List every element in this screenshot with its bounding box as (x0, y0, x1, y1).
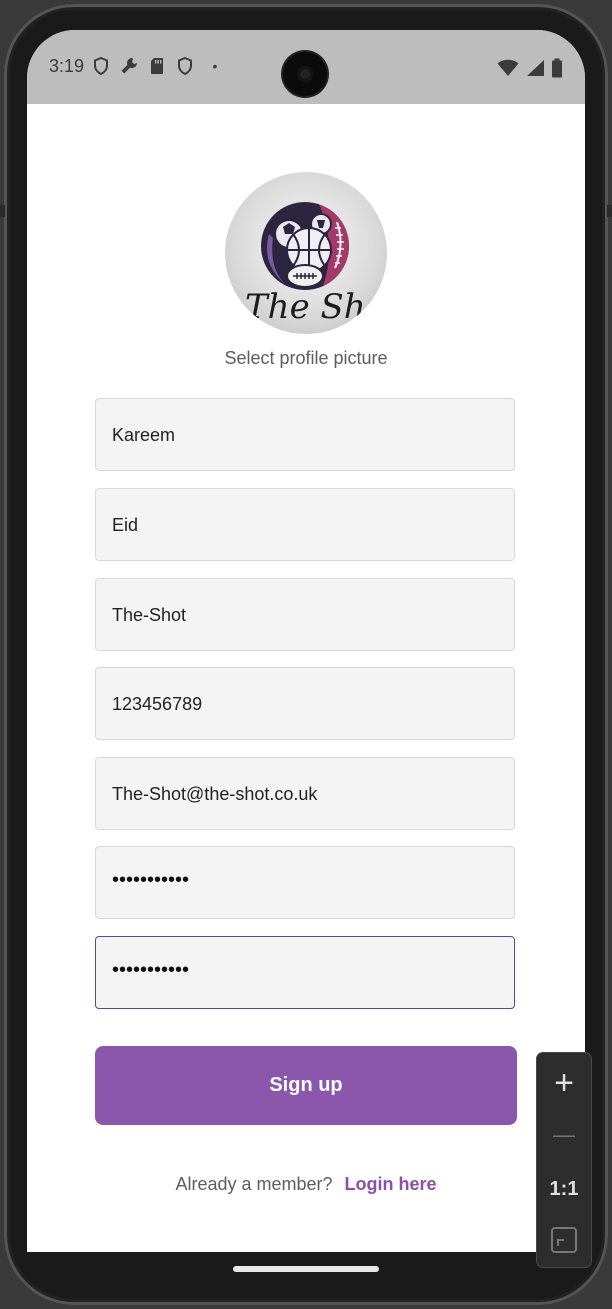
profile-picture[interactable]: The Shot (225, 172, 387, 334)
already-member-text: Already a member? (175, 1174, 333, 1194)
first-name-value: Kareem (112, 425, 176, 445)
status-icons-right (497, 58, 563, 83)
shield-icon (91, 56, 111, 76)
login-prompt: Already a member? Login here (27, 1174, 585, 1195)
fit-screen-icon[interactable] (537, 1223, 591, 1257)
last-name-value: Eid (112, 515, 139, 535)
password-field[interactable]: ••••••••••• (95, 846, 515, 919)
shield-icon (175, 56, 195, 76)
confirm-password-value: ••••••••••• (112, 959, 190, 981)
home-indicator[interactable] (233, 1266, 379, 1272)
wifi-icon (497, 59, 519, 82)
zoom-controls: + — 1:1 (537, 1053, 591, 1267)
the-shot-logo: The Shot (245, 202, 387, 327)
username-value: The-Shot (112, 605, 187, 625)
status-icons-left: • (91, 56, 221, 76)
battery-icon (551, 58, 563, 83)
side-button (607, 205, 612, 217)
phone-value: 123456789 (112, 694, 203, 714)
app-screen: 3:19 • The Shot Select profile picture K… (27, 30, 585, 1252)
sdcard-icon (147, 56, 167, 76)
first-name-field[interactable]: Kareem (95, 398, 515, 471)
login-here-link[interactable]: Login here (345, 1174, 437, 1194)
email-value: The-Shot@the-shot.co.uk (112, 784, 318, 804)
sign-up-button[interactable]: Sign up (95, 1046, 517, 1125)
phone-field[interactable]: 123456789 (95, 667, 515, 740)
status-dot: • (212, 58, 218, 74)
select-profile-picture-label[interactable]: Select profile picture (27, 348, 585, 369)
wrench-icon (119, 56, 139, 76)
logo-wordmark: The Shot (245, 287, 387, 327)
zoom-reset-button[interactable]: 1:1 (537, 1169, 591, 1209)
zoom-out-button[interactable]: — (537, 1115, 591, 1155)
status-bar: 3:19 • (27, 30, 585, 104)
password-value: ••••••••••• (112, 869, 190, 891)
last-name-field[interactable]: Eid (95, 488, 515, 561)
username-field[interactable]: The-Shot (95, 578, 515, 651)
confirm-password-field[interactable]: ••••••••••• (95, 936, 515, 1009)
email-field[interactable]: The-Shot@the-shot.co.uk (95, 757, 515, 830)
status-time: 3:19 (49, 56, 85, 76)
side-button (0, 205, 5, 217)
signal-icon (525, 59, 545, 82)
zoom-in-button[interactable]: + (537, 1061, 591, 1105)
front-camera (283, 52, 327, 96)
